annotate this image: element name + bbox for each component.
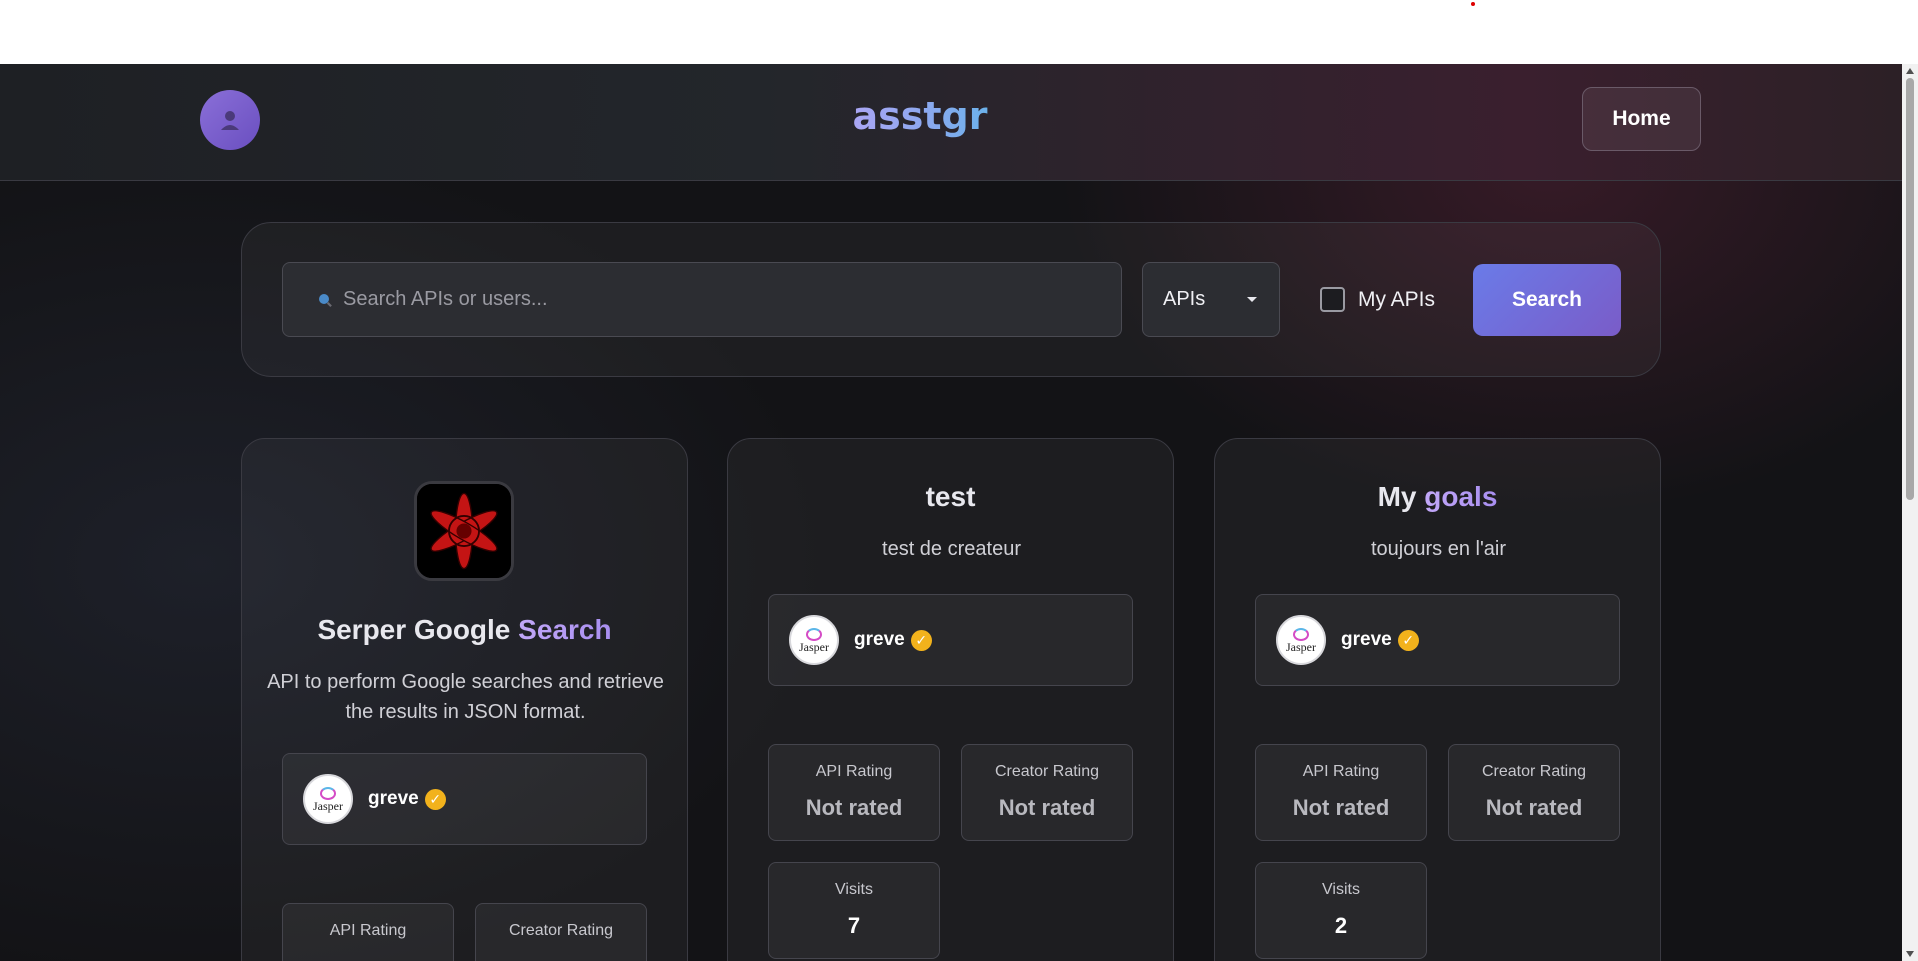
verified-badge-icon: ✓: [910, 629, 932, 651]
search-field[interactable]: [282, 262, 1122, 337]
visits-value: 7: [847, 913, 861, 938]
api-card-title[interactable]: test: [728, 481, 1173, 513]
creator-rating-label: Creator Rating: [994, 763, 1100, 780]
api-rating-label: API Rating: [329, 922, 407, 939]
api-rating-value: Not rated: [805, 795, 903, 820]
cursor-dot: [1471, 2, 1475, 6]
creator-rating-label: Creator Rating: [508, 922, 614, 939]
search-panel: APIs My APIs Search: [241, 222, 1661, 377]
page-viewport: asstgr Home APIs My APIs Search: [0, 64, 1902, 961]
api-rating-label: API Rating: [1302, 763, 1380, 780]
creator-rating-stat: Creator Rating Not rated: [1448, 744, 1620, 841]
browser-top-area: [0, 0, 1918, 64]
search-button[interactable]: Search: [1473, 264, 1621, 336]
api-card-title[interactable]: Serper Google Search: [242, 614, 687, 646]
api-card-description: API to perform Google searches and retri…: [267, 671, 664, 723]
creator-name[interactable]: greve: [1341, 629, 1392, 651]
scroll-up-arrow-icon[interactable]: [1906, 68, 1914, 74]
navbar: asstgr Home: [0, 64, 1902, 181]
visits-stat: Visits 7: [768, 862, 940, 959]
visits-stat: Visits 2: [1255, 862, 1427, 959]
verified-badge-icon: ✓: [1397, 629, 1419, 651]
scroll-down-arrow-icon[interactable]: [1906, 951, 1914, 957]
user-avatar-button[interactable]: [200, 90, 260, 150]
type-select-value: APIs: [1163, 288, 1206, 310]
creator-row[interactable]: Jasper greve ✓: [1255, 594, 1620, 686]
api-card-title-accent: goals: [1424, 481, 1498, 512]
my-apis-label[interactable]: My APIs: [1358, 288, 1435, 312]
creator-rating-stat: Creator Rating: [475, 903, 647, 961]
scrollbar-thumb[interactable]: [1906, 78, 1914, 500]
api-card-title-accent: Search: [518, 614, 612, 645]
api-card-description: toujours en l'air: [1371, 538, 1506, 560]
home-button[interactable]: Home: [1582, 87, 1701, 151]
api-card-title[interactable]: My goals: [1215, 481, 1660, 513]
api-card-title-text: Serper Google: [317, 614, 511, 645]
creator-rating-value: Not rated: [1485, 795, 1583, 820]
creator-name[interactable]: greve: [854, 629, 905, 651]
creator-row[interactable]: Jasper greve ✓: [282, 753, 647, 845]
creator-avatar: Jasper: [789, 615, 839, 665]
creator-rating-stat: Creator Rating Not rated: [961, 744, 1133, 841]
creator-rating-label: Creator Rating: [1481, 763, 1587, 780]
creator-name[interactable]: greve: [368, 788, 419, 810]
api-card[interactable]: test test de createur Jasper greve ✓ API…: [727, 438, 1174, 961]
visits-label: Visits: [835, 881, 873, 898]
creator-rating-value: Not rated: [998, 795, 1096, 820]
creator-avatar: Jasper: [1276, 615, 1326, 665]
serper-star-icon: [414, 481, 514, 581]
visits-label: Visits: [1322, 881, 1360, 898]
chevron-down-icon: [1247, 297, 1257, 302]
my-apis-toggle[interactable]: My APIs: [1320, 287, 1435, 312]
vertical-scrollbar[interactable]: [1902, 64, 1918, 961]
api-card[interactable]: My goals toujours en l'air Jasper greve …: [1214, 438, 1661, 961]
api-card-description: test de createur: [882, 538, 1021, 560]
user-icon: [221, 111, 239, 130]
brand-title[interactable]: asstgr: [820, 94, 1020, 138]
creator-avatar: Jasper: [303, 774, 353, 824]
api-rating-label: API Rating: [815, 763, 893, 780]
api-card[interactable]: Serper Google Search API to perform Goog…: [241, 438, 688, 961]
type-select[interactable]: APIs: [1142, 262, 1280, 337]
api-rating-stat: API Rating Not rated: [1255, 744, 1427, 841]
api-rating-value: Not rated: [1292, 795, 1390, 820]
search-icon: [319, 293, 332, 307]
api-rating-stat: API Rating: [282, 903, 454, 961]
my-apis-checkbox[interactable]: [1320, 287, 1345, 312]
api-card-title-text: test: [925, 481, 976, 512]
search-input[interactable]: [343, 288, 1043, 311]
api-card-title-text: My: [1377, 481, 1417, 512]
api-rating-stat: API Rating Not rated: [768, 744, 940, 841]
creator-row[interactable]: Jasper greve ✓: [768, 594, 1133, 686]
visits-value: 2: [1334, 913, 1348, 938]
verified-badge-icon: ✓: [424, 788, 446, 810]
